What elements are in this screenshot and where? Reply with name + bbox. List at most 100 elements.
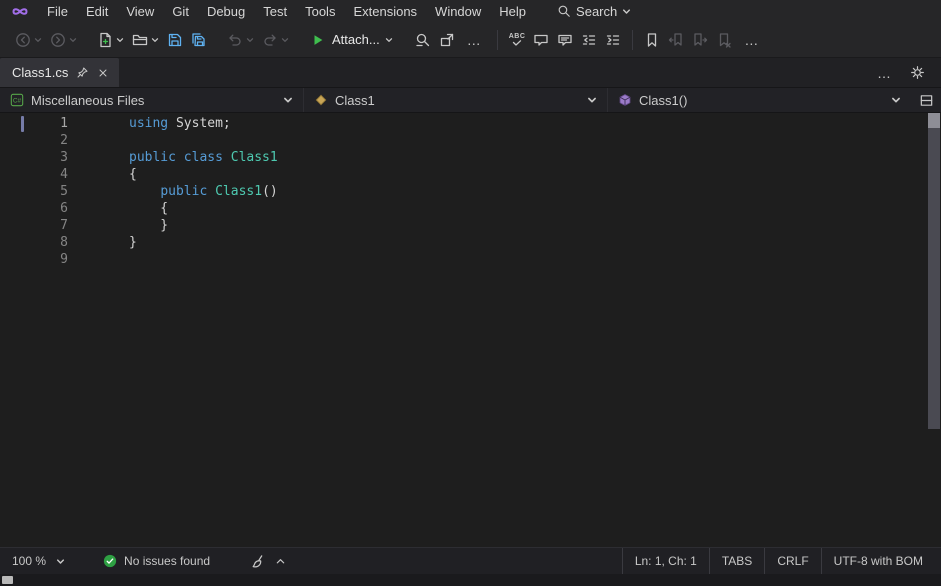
navigate-back-icon xyxy=(15,32,31,48)
menu-item-tools[interactable]: Tools xyxy=(296,0,344,22)
broom-icon xyxy=(250,554,265,569)
menu-item-edit[interactable]: Edit xyxy=(77,0,117,22)
pin-icon[interactable] xyxy=(76,66,89,79)
member-dropdown-label: Class1() xyxy=(639,93,687,108)
undo-icon xyxy=(227,32,243,48)
bottom-left-box xyxy=(2,576,13,584)
line-column-indicator[interactable]: Ln: 1, Ch: 1 xyxy=(622,548,709,574)
increase-indent-button[interactable] xyxy=(602,27,624,53)
pop-out-window-button[interactable] xyxy=(436,27,458,53)
line-number: 1 xyxy=(0,115,80,132)
line-number: 3 xyxy=(0,149,80,166)
navigate-back-button[interactable] xyxy=(12,27,45,53)
project-dropdown-label: Miscellaneous Files xyxy=(31,93,144,108)
gear-icon[interactable] xyxy=(910,65,925,80)
open-file-button[interactable] xyxy=(129,27,162,53)
code-line-7[interactable]: } xyxy=(129,217,941,234)
chevron-down-icon xyxy=(385,36,393,44)
code-line-9[interactable] xyxy=(129,251,941,268)
previous-bookmark-button[interactable] xyxy=(665,27,687,53)
new-file-button[interactable] xyxy=(94,27,127,53)
code-line-5[interactable]: public Class1() xyxy=(129,183,941,200)
attach-debugger-button[interactable]: Attach... xyxy=(308,27,396,53)
menu-item-debug[interactable]: Debug xyxy=(198,0,254,22)
code-line-8[interactable]: } xyxy=(129,234,941,251)
menu-item-test[interactable]: Test xyxy=(254,0,296,22)
menu-item-view[interactable]: View xyxy=(117,0,163,22)
menu-item-window[interactable]: Window xyxy=(426,0,490,22)
toggle-bookmark-button[interactable] xyxy=(641,27,663,53)
clear-bookmarks-icon xyxy=(716,32,732,48)
project-dropdown[interactable]: C# Miscellaneous Files xyxy=(0,88,304,112)
open-folder-icon xyxy=(132,32,148,48)
visual-studio-logo-icon xyxy=(8,3,32,19)
redo-icon xyxy=(262,32,278,48)
expand-indicator-button[interactable] xyxy=(275,556,286,567)
code-line-1[interactable]: using System; xyxy=(129,115,941,132)
chevron-down-icon xyxy=(116,36,124,44)
find-in-files-button[interactable] xyxy=(412,27,434,53)
chevron-down-icon xyxy=(891,95,901,105)
type-dropdown[interactable]: Class1 xyxy=(304,88,608,112)
next-bookmark-icon xyxy=(692,32,708,48)
menu-item-extensions[interactable]: Extensions xyxy=(344,0,426,22)
code-line-3[interactable]: public class Class1 xyxy=(129,149,941,166)
toolbar-separator xyxy=(632,30,633,50)
ellipsis-icon[interactable]: … xyxy=(873,65,896,81)
save-all-button[interactable] xyxy=(188,27,210,53)
menu-item-help[interactable]: Help xyxy=(490,0,535,22)
code-line-4[interactable]: { xyxy=(129,166,941,183)
chevron-down-icon xyxy=(281,36,289,44)
class-icon xyxy=(314,93,328,107)
code-token-type: Class1 xyxy=(231,150,278,165)
undo-button[interactable] xyxy=(224,27,257,53)
redo-button[interactable] xyxy=(259,27,292,53)
document-tab-strip: Class1.cs … xyxy=(0,58,941,88)
spell-checker-button[interactable]: ABC xyxy=(506,27,529,53)
save-button[interactable] xyxy=(164,27,186,53)
uncomment-button[interactable] xyxy=(554,27,576,53)
code-line-6[interactable]: { xyxy=(129,200,941,217)
menu-item-git[interactable]: Git xyxy=(163,0,198,22)
line-number: 9 xyxy=(0,251,80,268)
next-bookmark-button[interactable] xyxy=(689,27,711,53)
toolbar: Attach... … ABC xyxy=(0,22,941,58)
health-status-text: No issues found xyxy=(124,554,210,568)
document-health-indicator[interactable]: No issues found xyxy=(103,554,210,568)
line-ending-indicator[interactable]: CRLF xyxy=(764,548,820,574)
code-token-plain: System; xyxy=(168,116,231,131)
code-pane[interactable]: using System;public class Class1{ public… xyxy=(80,113,941,547)
indent-mode-indicator[interactable]: TABS xyxy=(709,548,764,574)
editor-vertical-scrollbar[interactable] xyxy=(927,113,941,547)
decrease-indent-icon xyxy=(581,32,597,48)
member-dropdown[interactable]: Class1() xyxy=(608,88,911,112)
code-token-keyword: using xyxy=(129,116,168,131)
line-number: 4 xyxy=(0,166,80,183)
tab-class1cs[interactable]: Class1.cs xyxy=(0,58,119,87)
navigate-forward-icon xyxy=(50,32,66,48)
bookmark-overflow-button[interactable]: … xyxy=(737,27,766,53)
clear-bookmarks-button[interactable] xyxy=(713,27,735,53)
line-number: 8 xyxy=(0,234,80,251)
code-cleanup-button[interactable] xyxy=(250,554,265,569)
scrollbar-thumb[interactable] xyxy=(928,113,940,429)
menu-bar: FileEditViewGitDebugTestToolsExtensionsW… xyxy=(0,0,941,22)
split-window-button[interactable] xyxy=(911,88,941,112)
decrease-indent-button[interactable] xyxy=(578,27,600,53)
menu-item-file[interactable]: File xyxy=(38,0,77,22)
code-editor[interactable]: 123456789 using System;public class Clas… xyxy=(0,113,941,547)
status-bar-right: Ln: 1, Ch: 1 TABS CRLF UTF-8 with BOM xyxy=(622,548,935,574)
menu-search[interactable]: Search xyxy=(549,0,639,22)
zoom-control[interactable]: 100 % xyxy=(0,548,77,574)
attach-button-label: Attach... xyxy=(332,32,380,47)
toolbar-overflow-button[interactable]: … xyxy=(460,27,489,53)
toggle-comment-button[interactable] xyxy=(530,27,552,53)
close-icon[interactable] xyxy=(97,67,109,79)
code-line-2[interactable] xyxy=(129,132,941,149)
ellipsis-icon: … xyxy=(463,32,486,48)
previous-bookmark-icon xyxy=(668,32,684,48)
code-token-plain: } xyxy=(129,235,137,250)
encoding-indicator[interactable]: UTF-8 with BOM xyxy=(821,548,935,574)
ellipsis-icon: … xyxy=(740,32,763,48)
navigate-forward-button[interactable] xyxy=(47,27,80,53)
